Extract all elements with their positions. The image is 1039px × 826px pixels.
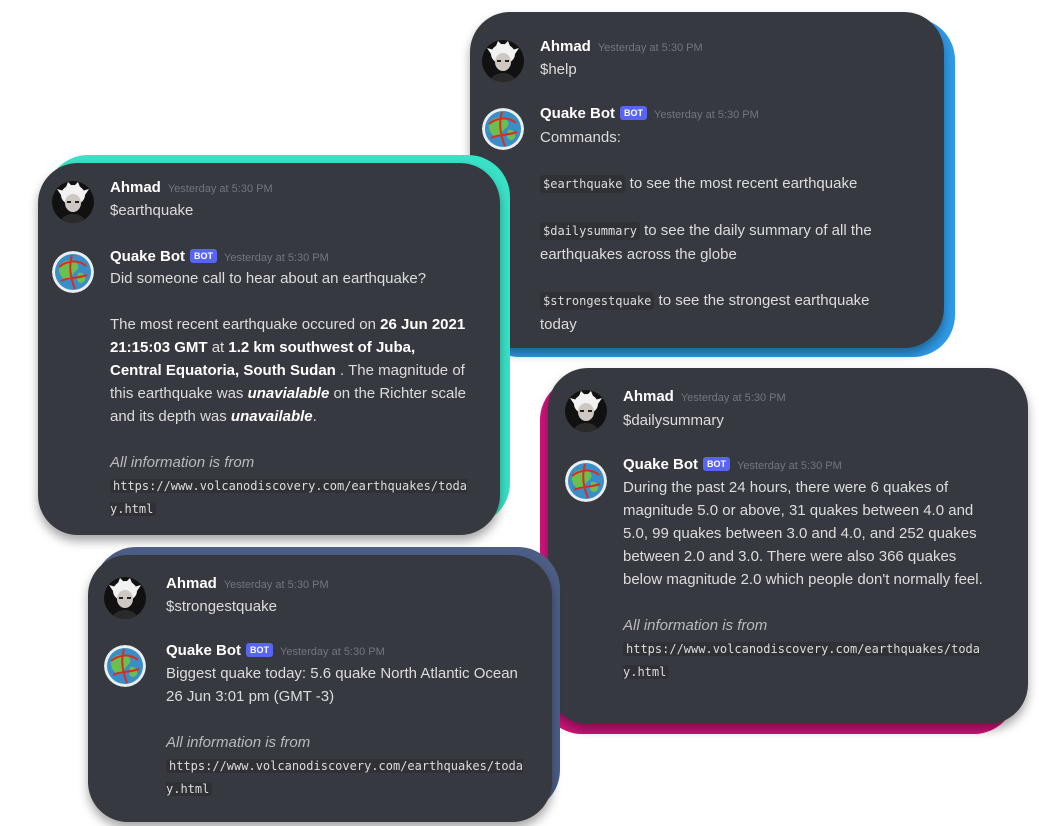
bot-tag: BOT (620, 106, 648, 120)
help-item: $strongestquake to see the strongest ear… (540, 289, 910, 336)
bot-tag: BOT (190, 249, 218, 263)
daily-summary-card: Ahmad Yesterday at 5:30 PM $dailysummary … (540, 368, 1030, 734)
timestamp: Yesterday at 5:30 PM (597, 42, 703, 54)
daily-message: During the past 24 hours, there were 6 q… (623, 476, 988, 683)
source-label: All information is from (110, 454, 255, 471)
command-code: $strongestquake (540, 292, 655, 310)
timestamp: Yesterday at 5:30 PM (654, 109, 759, 121)
command-text: $earthquake (110, 202, 194, 219)
bot-tag: BOT (703, 457, 731, 471)
daily-summary-text: During the past 24 hours, there were 6 q… (623, 479, 983, 588)
earthquake-message: Did someone call to hear about an earthq… (110, 267, 470, 520)
details-text: . (312, 408, 317, 425)
bot-avatar[interactable] (104, 645, 146, 687)
earthquake-details: The most recent earthquake occured on 26… (110, 313, 470, 428)
strongest-message: Biggest quake today: 5.6 quake North Atl… (166, 662, 524, 800)
help-intro: Commands: (540, 129, 621, 146)
bot-avatar[interactable] (482, 108, 524, 150)
bot-name[interactable]: Quake Bot (623, 456, 698, 473)
daily-card-panel: Ahmad Yesterday at 5:30 PM $dailysummary … (548, 368, 1028, 724)
command-code: $dailysummary (540, 222, 640, 240)
command-text: $dailysummary (623, 412, 724, 429)
timestamp: Yesterday at 5:30 PM (224, 252, 329, 264)
username[interactable]: Ahmad (110, 179, 161, 196)
bot-name[interactable]: Quake Bot (540, 105, 615, 122)
username[interactable]: Ahmad (623, 388, 674, 405)
help-item: $dailysummary to see the daily summary o… (540, 219, 910, 266)
help-card: Ahmad Yesterday at 5:30 PM $help Quake Bo… (470, 12, 955, 357)
timestamp: Yesterday at 5:30 PM (223, 579, 329, 591)
user-avatar[interactable] (565, 390, 607, 432)
earthquake-depth: unavailable (230, 408, 313, 425)
user-avatar[interactable] (52, 181, 94, 223)
user-avatar[interactable] (482, 40, 524, 82)
strongest-quake-card: Ahmad Yesterday at 5:30 PM $strongestquak… (88, 547, 560, 822)
source-url[interactable]: https://www.volcanodiscovery.com/earthqu… (110, 479, 468, 516)
command-text: $strongestquake (166, 598, 277, 615)
source-url[interactable]: https://www.volcanodiscovery.com/earthqu… (623, 642, 981, 679)
timestamp: Yesterday at 5:30 PM (280, 646, 385, 658)
greeting-line: Did someone call to hear about an earthq… (110, 270, 427, 287)
source-label: All information is from (166, 734, 311, 751)
timestamp: Yesterday at 5:30 PM (737, 460, 842, 472)
timestamp: Yesterday at 5:30 PM (167, 183, 273, 195)
earthquake-magnitude: unavialable (247, 385, 330, 402)
bot-name[interactable]: Quake Bot (166, 642, 241, 659)
source-label: All information is from (623, 617, 768, 634)
bot-avatar[interactable] (52, 251, 94, 293)
bot-name[interactable]: Quake Bot (110, 248, 185, 265)
username[interactable]: Ahmad (166, 575, 217, 592)
timestamp: Yesterday at 5:30 PM (680, 392, 786, 404)
username[interactable]: Ahmad (540, 38, 591, 55)
strongest-summary-text: Biggest quake today: 5.6 quake North Atl… (166, 665, 518, 705)
bot-avatar[interactable] (565, 460, 607, 502)
command-code: $earthquake (540, 175, 626, 193)
details-text: The most recent earthquake occured on (110, 316, 381, 333)
command-text: $help (540, 61, 577, 78)
help-item-text: to see the most recent earthquake (625, 175, 858, 192)
bot-tag: BOT (246, 643, 274, 657)
help-item: $earthquake to see the most recent earth… (540, 172, 910, 196)
help-message: Commands: $earthquake to see the most re… (540, 126, 910, 336)
earthquake-card: Ahmad Yesterday at 5:30 PM $earthquake Qu… (38, 155, 510, 535)
details-text: at (207, 339, 229, 356)
user-avatar[interactable] (104, 577, 146, 619)
source-url[interactable]: https://www.volcanodiscovery.com/earthqu… (166, 759, 524, 796)
earthquake-card-panel: Ahmad Yesterday at 5:30 PM $earthquake Qu… (38, 163, 500, 535)
strongest-card-panel: Ahmad Yesterday at 5:30 PM $strongestquak… (88, 555, 552, 822)
help-card-panel: Ahmad Yesterday at 5:30 PM $help Quake Bo… (470, 12, 944, 348)
